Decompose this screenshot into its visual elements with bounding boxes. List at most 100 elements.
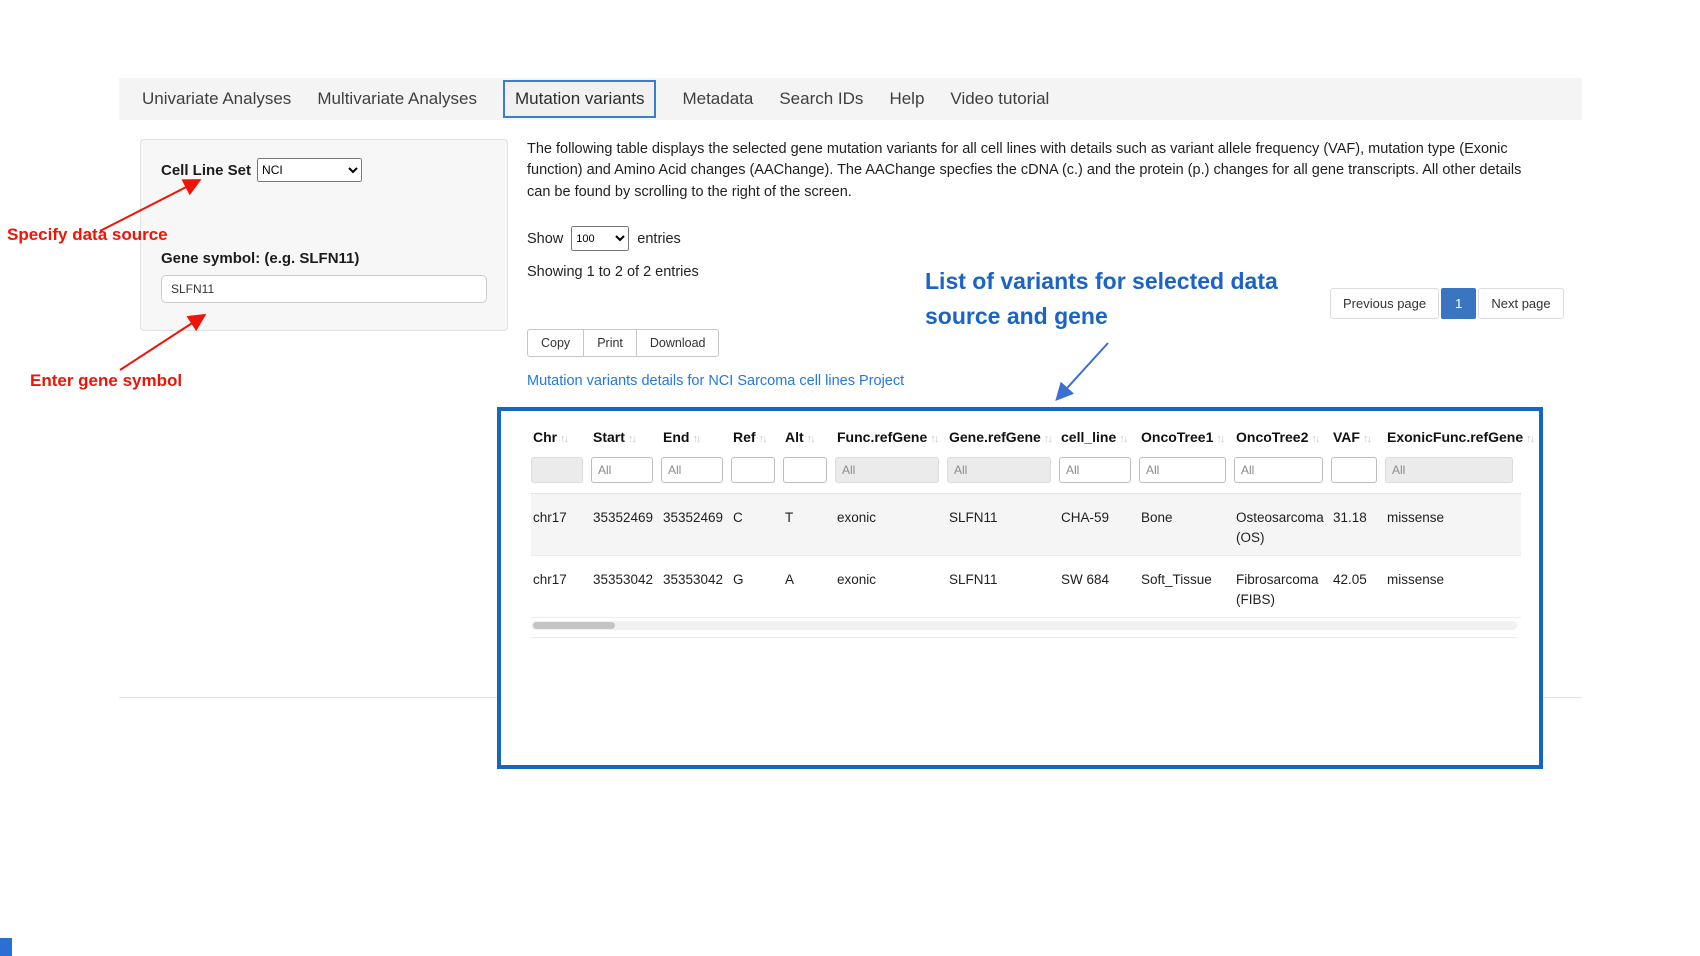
filter-input-gene-refgene[interactable] [947,457,1051,483]
filter-cell [1059,455,1139,494]
column-header-vaf[interactable]: VAF↑↓ [1331,423,1385,455]
entries-select[interactable]: 100 [571,226,629,251]
table-cell: missense [1385,556,1521,618]
table-cell: 35352469 [661,494,731,556]
download-button[interactable]: Download [636,329,720,357]
horizontal-scrollbar[interactable] [531,621,1517,630]
sort-icon[interactable]: ↑↓ [1311,433,1318,445]
sort-icon[interactable]: ↑↓ [692,433,699,445]
filter-input-oncotree2[interactable] [1234,457,1323,483]
sort-icon[interactable]: ↑↓ [1526,433,1533,445]
column-label: OncoTree2 [1236,429,1308,445]
column-header-func-refgene[interactable]: Func.refGene↑↓ [835,423,947,455]
filter-cell [731,455,783,494]
filter-cell [591,455,661,494]
tab-video-tutorial[interactable]: Video tutorial [950,89,1049,109]
sort-icon[interactable]: ↑↓ [1363,433,1370,445]
next-page-button[interactable]: Next page [1478,288,1563,319]
table-cell: Osteosarcoma (OS) [1234,494,1331,556]
showing-info: Showing 1 to 2 of 2 entries [527,264,699,280]
column-header-alt[interactable]: Alt↑↓ [783,423,835,455]
cell-line-set-select[interactable]: NCI [257,158,362,182]
table-filter-row [531,455,1521,494]
show-entries-control: Show 100 entries [527,226,681,251]
column-header-chr[interactable]: Chr↑↓ [531,423,591,455]
sort-icon[interactable]: ↑↓ [1119,433,1126,445]
tab-univariate-analyses[interactable]: Univariate Analyses [142,89,291,109]
column-label: cell_line [1061,429,1116,445]
column-header-start[interactable]: Start↑↓ [591,423,661,455]
table-cell: T [783,494,835,556]
table-cell: Fibrosarcoma (FIBS) [1234,556,1331,618]
filter-input-chr[interactable] [531,457,583,483]
table-cell: Soft_Tissue [1139,556,1234,618]
table-bottom-line [531,637,1517,638]
filter-input-exonicfunc-refgene[interactable] [1385,457,1513,483]
sidebar-panel: Cell Line Set NCI Gene symbol: (e.g. SLF… [140,139,508,331]
filter-input-start[interactable] [591,457,653,483]
tab-search-ids[interactable]: Search IDs [779,89,863,109]
sort-icon[interactable]: ↑↓ [1216,433,1223,445]
sort-icon[interactable]: ↑↓ [807,433,814,445]
sort-icon[interactable]: ↑↓ [759,433,766,445]
table-cell: exonic [835,494,947,556]
column-header-cell-line[interactable]: cell_line↑↓ [1059,423,1139,455]
sort-icon[interactable]: ↑↓ [628,433,635,445]
annotation-enter-gene-symbol: Enter gene symbol [30,371,182,391]
table-cell: 35352469 [591,494,661,556]
gene-symbol-input[interactable] [161,275,487,303]
show-label: Show [527,231,563,247]
column-header-end[interactable]: End↑↓ [661,423,731,455]
table-cell: G [731,556,783,618]
annotation-variants-list: List of variants for selected data sourc… [925,264,1320,333]
column-header-oncotree2[interactable]: OncoTree2↑↓ [1234,423,1331,455]
cell-line-set-row: Cell Line Set NCI [161,158,487,182]
filter-cell [1385,455,1521,494]
filter-cell [1139,455,1234,494]
copy-button[interactable]: Copy [527,329,584,357]
annotation-specify-data-source: Specify data source [7,225,168,245]
previous-page-button[interactable]: Previous page [1330,288,1439,319]
column-label: Start [593,429,625,445]
column-header-oncotree1[interactable]: OncoTree1↑↓ [1139,423,1234,455]
column-label: VAF [1333,429,1360,445]
print-button[interactable]: Print [583,329,637,357]
corner-artifact [0,938,12,956]
table-row: chr173535246935352469CTexonicSLFN11CHA-5… [531,494,1521,556]
table-row: chr173535304235353042GAexonicSLFN11SW 68… [531,556,1521,618]
sort-icon[interactable]: ↑↓ [930,433,937,445]
page-number-1[interactable]: 1 [1441,288,1476,319]
filter-cell [835,455,947,494]
table-cell: 35353042 [591,556,661,618]
column-header-ref[interactable]: Ref↑↓ [731,423,783,455]
tab-multivariate-analyses[interactable]: Multivariate Analyses [317,89,477,109]
export-buttons: CopyPrintDownload [527,329,718,357]
tab-help[interactable]: Help [889,89,924,109]
column-label: Alt [785,429,804,445]
table-header-row: Chr↑↓Start↑↓End↑↓Ref↑↓Alt↑↓Func.refGene↑… [531,423,1521,455]
tab-metadata[interactable]: Metadata [682,89,753,109]
filter-input-oncotree1[interactable] [1139,457,1226,483]
tab-mutation-variants[interactable]: Mutation variants [503,80,656,118]
nav-tabs: Univariate Analyses Multivariate Analyses… [119,78,1582,120]
filter-input-cell-line[interactable] [1059,457,1131,483]
filter-input-ref[interactable] [731,457,775,483]
filter-input-vaf[interactable] [1331,457,1377,483]
table-cell: missense [1385,494,1521,556]
filter-input-func-refgene[interactable] [835,457,939,483]
sort-icon[interactable]: ↑↓ [1044,433,1051,445]
column-label: Chr [533,429,557,445]
filter-input-end[interactable] [661,457,723,483]
scrollbar-thumb[interactable] [533,622,615,629]
cell-line-set-label: Cell Line Set [161,162,251,179]
filter-input-alt[interactable] [783,457,827,483]
column-label: Ref [733,429,756,445]
table-cell: chr17 [531,494,591,556]
column-header-exonicfunc-refgene[interactable]: ExonicFunc.refGene↑↓ [1385,423,1521,455]
filter-cell [1234,455,1331,494]
table-title-link[interactable]: Mutation variants details for NCI Sarcom… [527,373,904,389]
pagination: Previous page 1 Next page [1330,288,1564,319]
column-header-gene-refgene[interactable]: Gene.refGene↑↓ [947,423,1059,455]
sort-icon[interactable]: ↑↓ [560,433,567,445]
variants-table: Chr↑↓Start↑↓End↑↓Ref↑↓Alt↑↓Func.refGene↑… [531,423,1521,618]
